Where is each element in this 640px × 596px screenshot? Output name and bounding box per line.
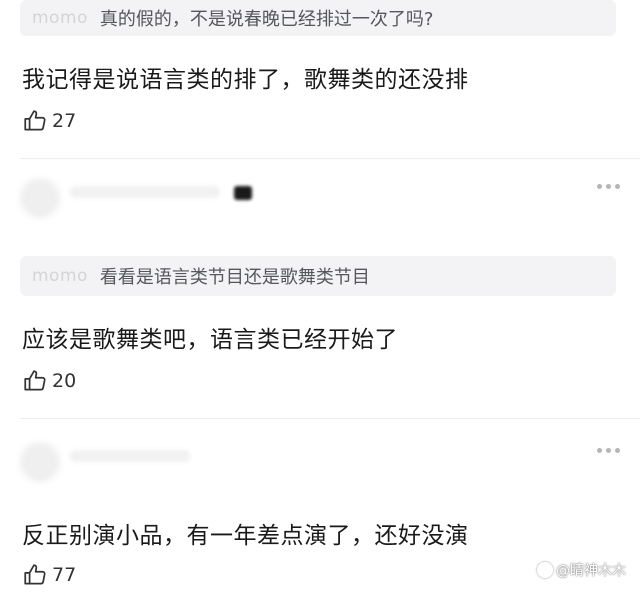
username-blurred (70, 450, 190, 462)
quoted-text: 看看是语言类节目还是歌舞类节目 (99, 267, 370, 288)
like-button[interactable]: 77 (22, 562, 76, 588)
more-dots-icon[interactable] (597, 184, 620, 189)
comment-thread: momo 真的假的，不是说春晚已经排过一次了吗? 我记得是说语言类的排了，歌舞类… (0, 0, 640, 596)
comment-body: 反正别演小品，有一年差点演了，还好没演 (22, 523, 469, 549)
like-count: 77 (52, 564, 77, 586)
divider (20, 158, 640, 159)
quoted-reply[interactable]: momo 真的假的，不是说春晚已经排过一次了吗? (20, 0, 616, 36)
thumbs-up-icon (24, 110, 46, 131)
watermark: @睛神木木 (537, 560, 626, 580)
comment-header (20, 436, 620, 486)
watermark-logo-icon (537, 562, 553, 578)
thumbs-up-icon (24, 370, 46, 391)
comment-body: 应该是歌舞类吧，语言类已经开始了 (22, 327, 398, 353)
like-count: 20 (52, 370, 77, 392)
comment-body: 我记得是说语言类的排了，歌舞类的还没排 (22, 67, 469, 93)
watermark-text: @睛神木木 (556, 563, 626, 579)
avatar[interactable] (20, 178, 60, 218)
like-count: 27 (52, 110, 77, 132)
username-blurred (70, 186, 220, 198)
like-button[interactable]: 20 (22, 368, 76, 394)
like-button[interactable]: 27 (22, 108, 76, 134)
comment-header (20, 172, 620, 222)
quoted-username: momo (32, 266, 88, 286)
thumbs-up-icon (24, 564, 46, 585)
quoted-reply[interactable]: momo 看看是语言类节目还是歌舞类节目 (20, 256, 616, 296)
divider (20, 418, 640, 419)
quoted-text: 真的假的，不是说春晚已经排过一次了吗? (99, 9, 434, 30)
more-dots-icon[interactable] (597, 448, 620, 453)
badge-blurred (234, 186, 252, 200)
avatar[interactable] (20, 442, 60, 482)
quoted-username: momo (32, 8, 88, 28)
